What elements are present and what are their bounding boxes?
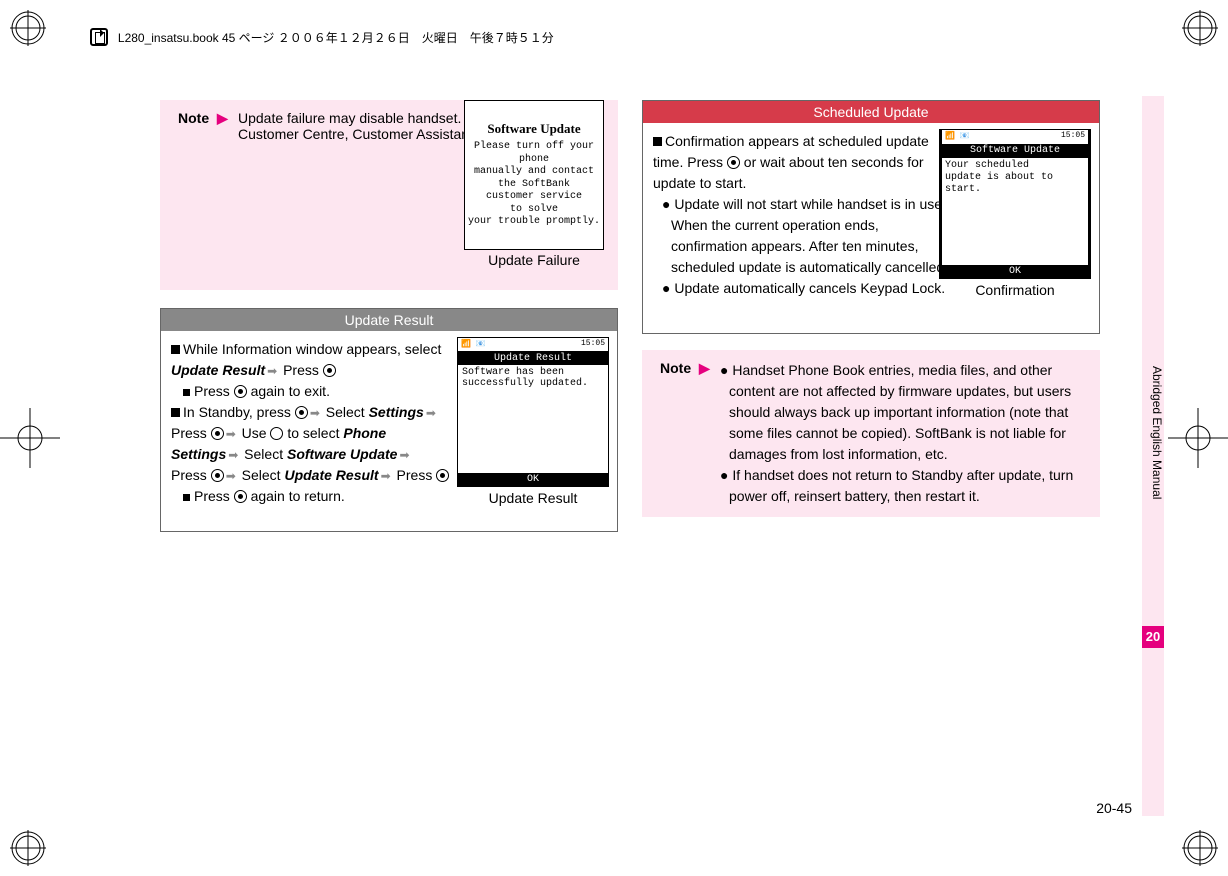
note-label: Note xyxy=(178,110,209,126)
screen-title: Software Update xyxy=(467,121,601,137)
center-key-icon xyxy=(323,364,336,377)
arrow-icon: ➡ xyxy=(267,364,277,378)
crop-mark-icon xyxy=(10,10,46,46)
signal-icon: 📶 📧 xyxy=(945,131,970,143)
screen-title: Update Result xyxy=(458,352,608,365)
arrow-icon: ➡ xyxy=(226,427,236,441)
scheduled-update-heading: Scheduled Update xyxy=(643,101,1099,123)
figure-caption: Confirmation xyxy=(939,282,1091,298)
result-step-1: While Information window appears, select… xyxy=(171,339,451,381)
time-text: 15:05 xyxy=(1061,131,1085,143)
ok-softkey: OK xyxy=(940,265,1090,278)
center-key-icon xyxy=(295,406,308,419)
crop-mark-icon xyxy=(1182,830,1218,866)
time-text: 15:05 xyxy=(581,339,605,350)
scheduled-bullet-2: ● Update automatically cancels Keypad Lo… xyxy=(657,278,951,299)
center-key-icon xyxy=(211,427,224,440)
arrow-icon: ➡ xyxy=(310,406,320,420)
side-tab: Abridged English Manual 20 xyxy=(1142,96,1164,816)
figure-caption: Update Failure xyxy=(460,252,608,268)
note-arrow-icon: ▶ xyxy=(217,110,228,126)
figure-caption: Update Result xyxy=(457,490,609,506)
section-label: Abridged English Manual xyxy=(1142,366,1164,499)
scheduled-bullet-1: ● Update will not start while handset is… xyxy=(657,194,951,278)
direction-key-icon xyxy=(270,427,283,440)
square-bullet-icon xyxy=(653,137,662,146)
center-key-icon xyxy=(234,490,247,503)
square-bullet-icon xyxy=(171,408,180,417)
note-label: Note xyxy=(660,360,691,376)
book-icon xyxy=(90,28,108,46)
screen-title: Software Update xyxy=(942,144,1088,158)
arrow-icon: ➡ xyxy=(226,469,236,483)
update-failure-screen: Software Update Please turn off your pho… xyxy=(464,100,604,250)
arrow-icon: ➡ xyxy=(399,448,409,462)
ok-softkey: OK xyxy=(458,473,608,486)
signal-icon: 📶 📧 xyxy=(461,339,486,350)
file-info-text: L280_insatsu.book 45 ページ ２００６年１２月２６日 火曜日… xyxy=(118,31,554,45)
crop-mark-icon xyxy=(0,408,60,468)
result-substep-1: Press again to exit. xyxy=(171,381,451,402)
note2-bullet-2: ● If handset does not return to Standby … xyxy=(720,465,1088,507)
sub-bullet-icon xyxy=(183,494,190,501)
scheduled-intro: Confirmation appears at scheduled update… xyxy=(653,131,951,194)
square-bullet-icon xyxy=(171,345,180,354)
result-substep-2: Press again to return. xyxy=(171,486,451,507)
note2-bullet-1: ● Handset Phone Book entries, media file… xyxy=(720,360,1088,465)
arrow-icon: ➡ xyxy=(426,406,436,420)
crop-mark-icon xyxy=(10,830,46,866)
chapter-number: 20 xyxy=(1142,626,1164,648)
crop-mark-icon xyxy=(1168,408,1228,468)
crop-mark-icon xyxy=(1182,10,1218,46)
center-key-icon xyxy=(211,469,224,482)
sub-bullet-icon xyxy=(183,389,190,396)
center-key-icon xyxy=(727,156,740,169)
update-result-screen: 📶 📧15:05 Update Result Software has been… xyxy=(457,337,609,487)
page-number: 20-45 xyxy=(1096,800,1132,816)
arrow-icon: ➡ xyxy=(228,448,238,462)
note-arrow-icon: ▶ xyxy=(699,360,710,376)
update-result-heading: Update Result xyxy=(161,309,617,331)
center-key-icon xyxy=(234,385,247,398)
file-header: L280_insatsu.book 45 ページ ２００６年１２月２６日 火曜日… xyxy=(90,28,554,46)
result-step-2: In Standby, press ➡ Select Settings➡ Pre… xyxy=(171,402,451,486)
confirmation-screen: 📶 📧15:05 Software Update Your scheduled … xyxy=(939,129,1091,279)
arrow-icon: ➡ xyxy=(381,469,391,483)
center-key-icon xyxy=(436,469,449,482)
